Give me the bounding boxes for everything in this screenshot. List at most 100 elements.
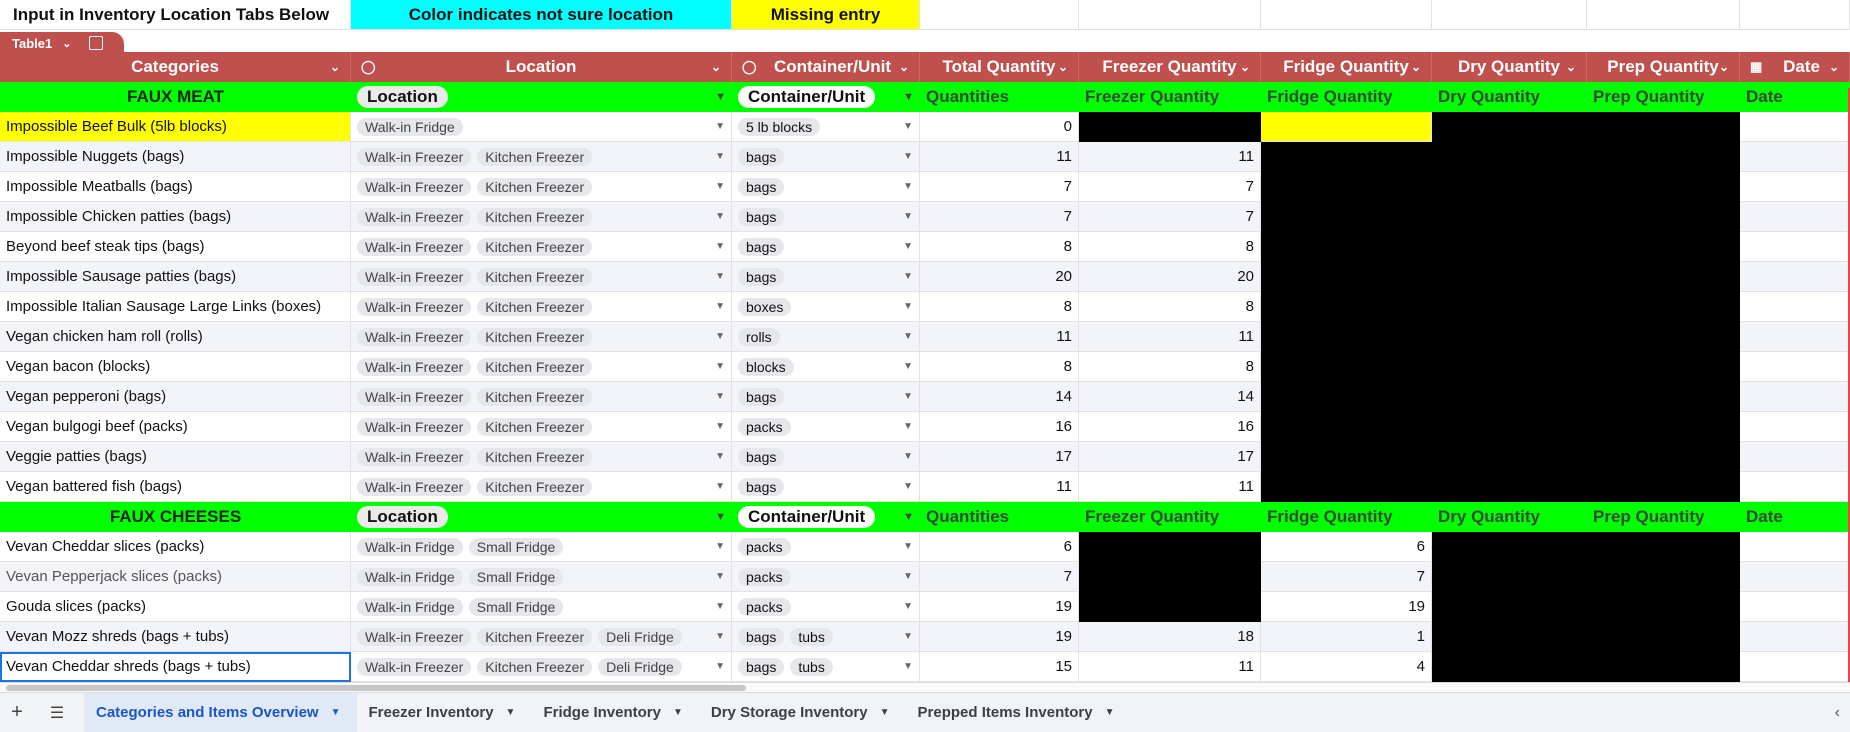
- item-name-cell[interactable]: Impossible Sausage patties (bags): [0, 262, 351, 292]
- fridge-quantity-cell[interactable]: [1261, 382, 1432, 412]
- freezer-quantity-cell[interactable]: 17: [1079, 442, 1261, 472]
- location-dropdown-cell[interactable]: Walk-in Freezer Kitchen Freezer ▼: [351, 322, 732, 352]
- location-dropdown-cell[interactable]: Walk-in Freezer Kitchen Freezer ▼: [351, 442, 732, 472]
- prep-quantity-cell[interactable]: [1587, 622, 1740, 652]
- dry-quantity-cell[interactable]: [1432, 142, 1587, 172]
- chevron-down-icon[interactable]: ⌄: [1719, 60, 1729, 74]
- total-quantity-cell[interactable]: 11: [920, 322, 1079, 352]
- freezer-quantity-cell[interactable]: 11: [1079, 472, 1261, 502]
- total-quantity-cell[interactable]: 15: [920, 652, 1079, 682]
- unit-dropdown-cell[interactable]: boxes ▼: [732, 292, 920, 322]
- prep-quantity-cell[interactable]: [1587, 142, 1740, 172]
- freezer-quantity-cell[interactable]: 11: [1079, 142, 1261, 172]
- column-header-container-unit[interactable]: ◯ Container/Unit ⌄: [732, 52, 920, 82]
- dry-quantity-cell[interactable]: [1432, 292, 1587, 322]
- section-fridge-label[interactable]: Fridge Quantity: [1261, 82, 1432, 112]
- column-header-total-quantity[interactable]: Total Quantity ⌄: [920, 52, 1079, 82]
- prep-quantity-cell[interactable]: [1587, 352, 1740, 382]
- chevron-down-icon[interactable]: ⌄: [1829, 60, 1839, 74]
- unit-dropdown-cell[interactable]: bags tubs ▼: [732, 622, 920, 652]
- caret-down-icon[interactable]: ▼: [715, 241, 725, 252]
- freezer-quantity-cell[interactable]: [1079, 592, 1261, 622]
- fridge-quantity-cell[interactable]: [1261, 442, 1432, 472]
- date-cell[interactable]: [1740, 292, 1850, 322]
- date-cell[interactable]: [1740, 652, 1850, 682]
- chevron-down-icon[interactable]: ⌄: [711, 60, 721, 74]
- dry-quantity-cell[interactable]: [1432, 322, 1587, 352]
- item-name-cell[interactable]: Beyond beef steak tips (bags): [0, 232, 351, 262]
- total-quantity-cell[interactable]: 8: [920, 292, 1079, 322]
- dry-quantity-cell[interactable]: [1432, 532, 1587, 562]
- column-header-fridge-quantity[interactable]: Fridge Quantity ⌄: [1261, 52, 1432, 82]
- date-cell[interactable]: [1740, 622, 1850, 652]
- item-name-cell[interactable]: Impossible Beef Bulk (5lb blocks): [0, 112, 351, 142]
- freezer-quantity-cell[interactable]: [1079, 112, 1261, 142]
- section-dry-label[interactable]: Dry Quantity: [1432, 82, 1587, 112]
- caret-down-icon[interactable]: ▼: [715, 271, 725, 282]
- caret-down-icon[interactable]: ▼: [715, 91, 726, 103]
- item-name-cell[interactable]: Vevan Mozz shreds (bags + tubs): [0, 622, 351, 652]
- unit-dropdown-cell[interactable]: packs ▼: [732, 592, 920, 622]
- freezer-quantity-cell[interactable]: 8: [1079, 292, 1261, 322]
- caret-down-icon[interactable]: ▼: [715, 421, 725, 432]
- caret-down-icon[interactable]: ▼: [903, 421, 913, 432]
- unit-dropdown-cell[interactable]: packs ▼: [732, 532, 920, 562]
- prep-quantity-cell[interactable]: [1587, 472, 1740, 502]
- total-quantity-cell[interactable]: 17: [920, 442, 1079, 472]
- column-header-location[interactable]: ◯ Location ⌄: [351, 52, 732, 82]
- fridge-quantity-cell[interactable]: [1261, 322, 1432, 352]
- date-cell[interactable]: [1740, 322, 1850, 352]
- location-dropdown-cell[interactable]: Walk-in Fridge Small Fridge ▼: [351, 532, 732, 562]
- chevron-left-icon[interactable]: ‹: [1835, 704, 1840, 722]
- sheet-tab[interactable]: Dry Storage Inventory ▼: [699, 693, 906, 732]
- chevron-down-icon[interactable]: ⌄: [330, 60, 340, 74]
- chevron-down-icon[interactable]: ⌄: [1240, 60, 1250, 74]
- date-cell[interactable]: [1740, 172, 1850, 202]
- caret-down-icon[interactable]: ▼: [715, 391, 725, 402]
- item-name-cell[interactable]: Vegan chicken ham roll (rolls): [0, 322, 351, 352]
- table-name-tab[interactable]: Table1 ⌄: [0, 32, 124, 54]
- fridge-quantity-cell[interactable]: [1261, 262, 1432, 292]
- date-cell[interactable]: [1740, 592, 1850, 622]
- date-cell[interactable]: [1740, 112, 1850, 142]
- unit-dropdown-cell[interactable]: blocks ▼: [732, 352, 920, 382]
- fridge-quantity-cell[interactable]: 7: [1261, 562, 1432, 592]
- section-quantities-label[interactable]: Quantities: [920, 502, 1079, 532]
- table-view-icon[interactable]: [89, 36, 104, 50]
- date-cell[interactable]: [1740, 352, 1850, 382]
- date-cell[interactable]: [1740, 142, 1850, 172]
- caret-down-icon[interactable]: ▼: [715, 571, 725, 582]
- freezer-quantity-cell[interactable]: 11: [1079, 322, 1261, 352]
- location-dropdown-cell[interactable]: Walk-in Freezer Kitchen Freezer ▼: [351, 202, 732, 232]
- caret-down-icon[interactable]: ▼: [715, 331, 725, 342]
- caret-down-icon[interactable]: ▼: [903, 661, 913, 672]
- total-quantity-cell[interactable]: 8: [920, 232, 1079, 262]
- dry-quantity-cell[interactable]: [1432, 232, 1587, 262]
- location-dropdown-cell[interactable]: Walk-in Fridge Small Fridge ▼: [351, 562, 732, 592]
- plus-icon[interactable]: +: [4, 701, 30, 724]
- freezer-quantity-cell[interactable]: 8: [1079, 352, 1261, 382]
- empty-cell[interactable]: [920, 0, 1079, 30]
- prep-quantity-cell[interactable]: [1587, 382, 1740, 412]
- dry-quantity-cell[interactable]: [1432, 472, 1587, 502]
- prep-quantity-cell[interactable]: [1587, 412, 1740, 442]
- date-cell[interactable]: [1740, 232, 1850, 262]
- dry-quantity-cell[interactable]: [1432, 442, 1587, 472]
- total-quantity-cell[interactable]: 7: [920, 202, 1079, 232]
- dry-quantity-cell[interactable]: [1432, 172, 1587, 202]
- unit-dropdown-cell[interactable]: bags ▼: [732, 442, 920, 472]
- caret-down-icon[interactable]: ▼: [715, 511, 726, 523]
- unit-dropdown-cell[interactable]: bags ▼: [732, 232, 920, 262]
- caret-down-icon[interactable]: ▼: [903, 271, 913, 282]
- total-quantity-cell[interactable]: 8: [920, 352, 1079, 382]
- location-dropdown-cell[interactable]: Walk-in Freezer Kitchen Freezer ▼: [351, 172, 732, 202]
- item-name-cell[interactable]: Vevan Cheddar shreds (bags + tubs): [0, 652, 351, 682]
- dry-quantity-cell[interactable]: [1432, 562, 1587, 592]
- fridge-quantity-cell[interactable]: [1261, 142, 1432, 172]
- location-dropdown-cell[interactable]: Walk-in Fridge Small Fridge ▼: [351, 592, 732, 622]
- unit-dropdown-cell[interactable]: rolls ▼: [732, 322, 920, 352]
- unit-dropdown-cell[interactable]: bags ▼: [732, 142, 920, 172]
- dry-quantity-cell[interactable]: [1432, 652, 1587, 682]
- total-quantity-cell[interactable]: 19: [920, 592, 1079, 622]
- item-name-cell[interactable]: Impossible Chicken patties (bags): [0, 202, 351, 232]
